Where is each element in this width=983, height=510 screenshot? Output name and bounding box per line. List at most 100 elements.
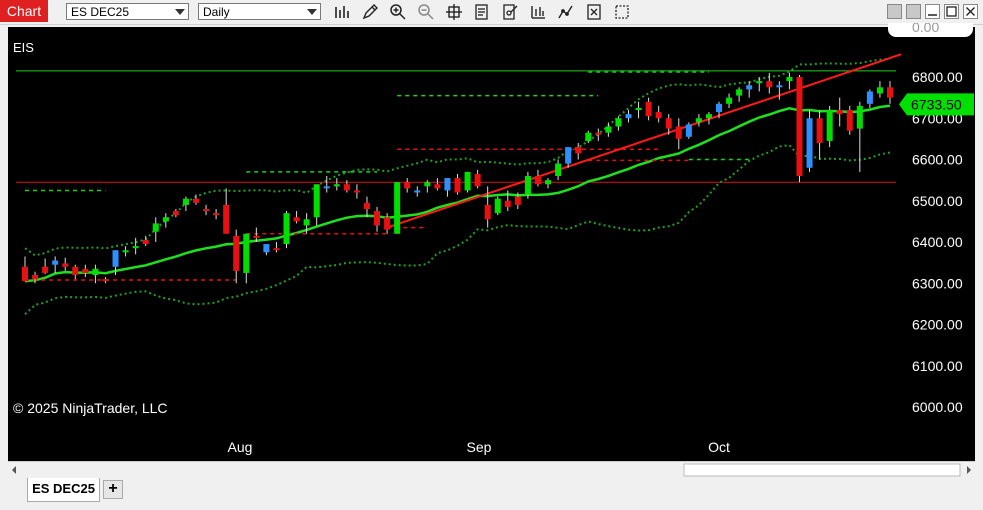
zoom-in-icon[interactable] <box>389 3 407 21</box>
candle[interactable] <box>283 211 290 249</box>
candle[interactable] <box>42 258 49 275</box>
candle[interactable] <box>695 114 702 127</box>
maximize-icon[interactable] <box>944 4 959 19</box>
strategies-icon[interactable] <box>557 3 575 21</box>
candle[interactable] <box>444 178 451 197</box>
candle[interactable] <box>182 196 189 212</box>
candle[interactable] <box>474 169 481 189</box>
zoom-out-icon[interactable] <box>417 3 435 21</box>
candle[interactable] <box>62 257 69 271</box>
candle[interactable] <box>233 229 240 284</box>
candle[interactable] <box>675 118 682 150</box>
candle[interactable] <box>263 244 270 256</box>
candle[interactable] <box>756 77 763 92</box>
candle[interactable] <box>203 204 210 216</box>
candle[interactable] <box>846 105 853 135</box>
candle[interactable] <box>856 101 863 172</box>
candle[interactable] <box>223 188 230 234</box>
candle[interactable] <box>494 196 501 216</box>
candle[interactable] <box>886 81 894 104</box>
candle[interactable] <box>454 173 461 195</box>
minimize-icon[interactable] <box>925 4 940 19</box>
candle[interactable] <box>555 159 562 181</box>
candle[interactable] <box>464 171 471 193</box>
candle[interactable] <box>152 217 159 242</box>
candle[interactable] <box>806 110 813 172</box>
candle[interactable] <box>162 213 169 228</box>
candle[interactable] <box>705 112 712 125</box>
period-selector[interactable]: Daily <box>198 3 321 20</box>
instrument-selector[interactable]: ES DEC25 <box>66 3 189 20</box>
candle[interactable] <box>736 87 743 102</box>
candle[interactable] <box>786 72 793 90</box>
candle[interactable] <box>21 256 29 282</box>
draw-pencil-icon[interactable] <box>361 3 379 21</box>
candle[interactable] <box>243 233 250 284</box>
window-settings-icon[interactable] <box>887 4 902 19</box>
candle[interactable] <box>293 211 300 224</box>
candle[interactable] <box>605 122 612 137</box>
candle[interactable] <box>394 182 401 234</box>
chart-panel[interactable]: 6800.00 6700.00 6600.00 6500.00 6400.00 6300.… <box>8 23 975 461</box>
candle[interactable] <box>615 116 622 131</box>
candle[interactable] <box>595 128 602 141</box>
tab-es-dec25[interactable]: ES DEC25 <box>27 478 100 502</box>
candle[interactable] <box>726 93 733 108</box>
candle[interactable] <box>746 81 753 98</box>
candle[interactable] <box>363 196 370 218</box>
copyright-label: © 2025 NinjaTrader, LLC <box>13 400 168 416</box>
horizontal-scrollbar[interactable] <box>8 461 975 478</box>
bar-type-icon[interactable] <box>333 3 351 21</box>
candle[interactable] <box>102 277 109 284</box>
candle[interactable] <box>172 209 179 218</box>
show-all-icon[interactable] <box>613 3 631 21</box>
candle[interactable] <box>534 169 541 187</box>
data-box-icon[interactable] <box>473 3 491 21</box>
candle[interactable] <box>796 74 803 183</box>
candle[interactable] <box>313 184 320 226</box>
trend-line[interactable] <box>386 53 902 229</box>
candle-body <box>555 163 562 176</box>
candle[interactable] <box>414 186 421 197</box>
scroll-thumb[interactable] <box>683 463 961 477</box>
candle[interactable] <box>585 130 592 143</box>
candle[interactable] <box>353 184 360 199</box>
candle[interactable] <box>816 110 823 160</box>
candle[interactable] <box>122 246 129 257</box>
candle[interactable] <box>866 89 873 108</box>
candle[interactable] <box>655 105 662 123</box>
candle-body <box>42 266 49 273</box>
window-pin-icon[interactable] <box>906 4 921 19</box>
candle[interactable] <box>132 237 139 255</box>
candle[interactable] <box>685 122 692 139</box>
properties-icon[interactable] <box>501 3 519 21</box>
candle[interactable] <box>565 147 572 168</box>
price-chart[interactable]: 6800.006700.006600.006500.006400.006300.… <box>8 27 975 461</box>
candle[interactable] <box>82 264 89 278</box>
candle[interactable] <box>635 101 642 119</box>
candle[interactable] <box>52 256 59 273</box>
candle[interactable] <box>545 178 552 189</box>
add-tab-button[interactable]: + <box>103 480 123 499</box>
candle[interactable] <box>273 242 280 253</box>
candle[interactable] <box>192 194 200 205</box>
candle[interactable] <box>374 206 381 232</box>
candle[interactable] <box>645 97 652 121</box>
candle[interactable] <box>142 235 149 247</box>
crosshair-icon[interactable] <box>445 3 463 21</box>
candle-body <box>62 263 69 267</box>
chart-window-tab[interactable]: Chart <box>0 0 48 22</box>
candle[interactable] <box>72 264 79 280</box>
template-icon[interactable] <box>585 3 603 21</box>
candle[interactable] <box>826 105 833 148</box>
candle[interactable] <box>766 72 773 94</box>
candle[interactable] <box>404 178 411 193</box>
candle[interactable] <box>876 81 883 98</box>
candle[interactable] <box>213 209 220 220</box>
candle[interactable] <box>836 97 843 127</box>
candle[interactable] <box>625 110 632 123</box>
candle[interactable] <box>434 178 441 191</box>
candle[interactable] <box>333 178 340 191</box>
indicators-icon[interactable] <box>529 3 547 21</box>
close-icon[interactable] <box>963 4 978 19</box>
